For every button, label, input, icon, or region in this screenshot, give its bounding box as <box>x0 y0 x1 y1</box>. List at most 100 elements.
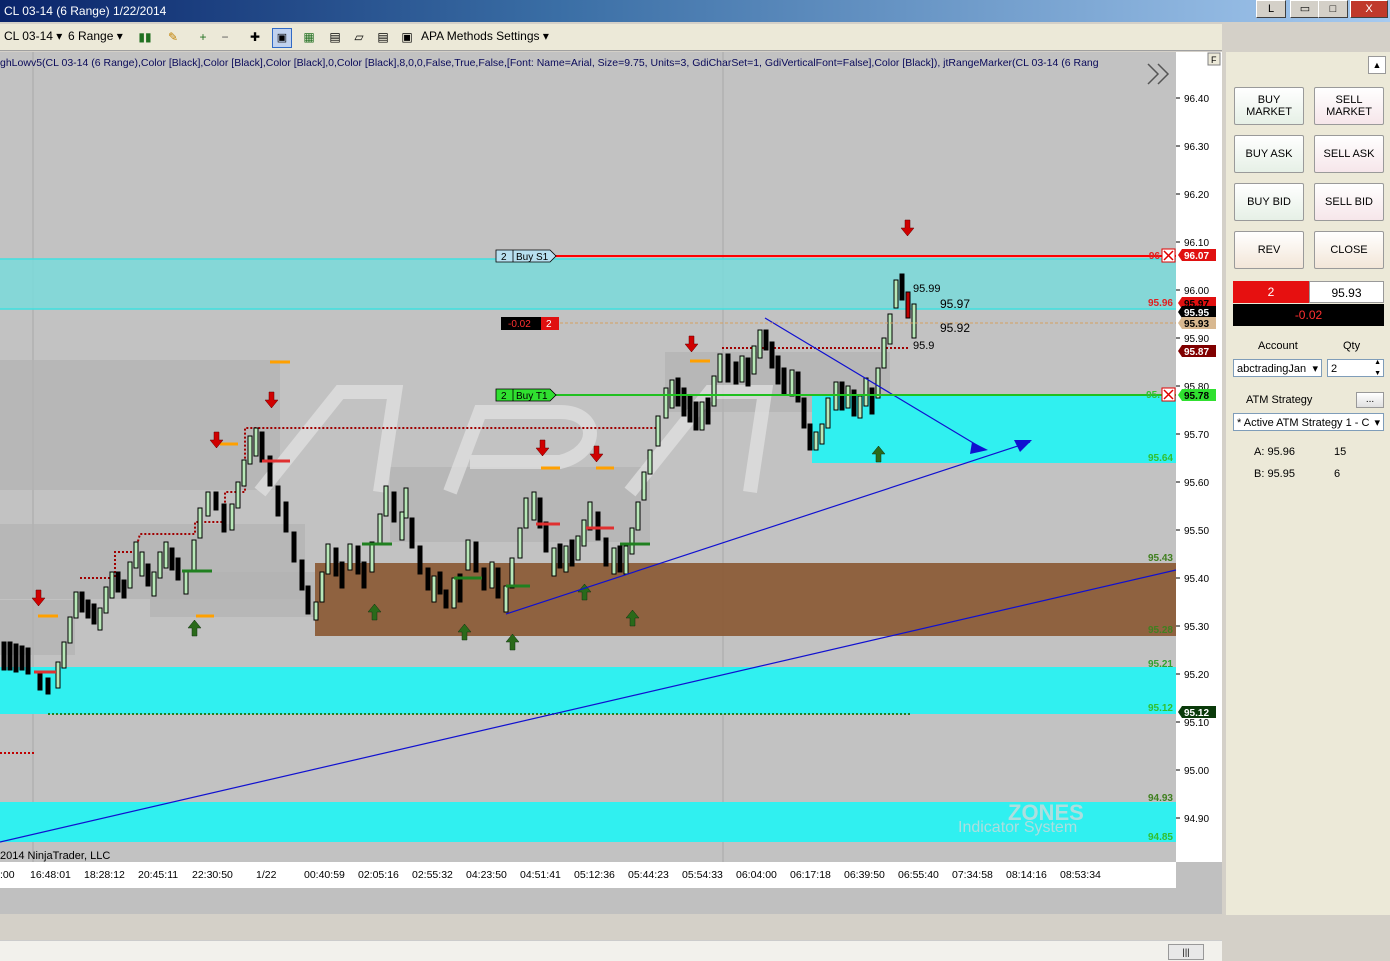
atm-settings-button[interactable]: ... <box>1356 392 1384 408</box>
apa-methods-label: APA Methods Settings <box>421 29 540 43</box>
pencil-icon[interactable]: ✎ <box>164 28 182 46</box>
zone-label-9521: 95.21 <box>1148 659 1173 670</box>
bid-price: B: 95.95 <box>1254 468 1295 480</box>
account-value: abctradingJan <box>1237 363 1307 375</box>
price-tick-label: 94.90 <box>1184 814 1209 825</box>
sell-ask-button[interactable]: SELL ASK <box>1314 135 1384 173</box>
svg-text:95.87: 95.87 <box>1184 347 1209 358</box>
instrument-label: CL 03-14 <box>4 29 53 43</box>
restore-button[interactable]: ▭ <box>1290 0 1320 18</box>
sell-market-button[interactable]: SELL MARKET <box>1314 87 1384 125</box>
annotation-9592: 95.92 <box>940 321 970 335</box>
indicator-params: ghLowv5(CL 03-14 (6 Range),Color [Black]… <box>0 57 1099 69</box>
time-tick-label: 04:23:50 <box>466 869 507 881</box>
stepper-icon[interactable]: ▲ ▼ <box>1374 357 1381 379</box>
annotation-9597: 95.97 <box>940 297 970 311</box>
copyright: 2014 NinjaTrader, LLC <box>0 850 110 862</box>
apa-icon[interactable]: ▣ <box>398 28 416 46</box>
atm-strategy-select[interactable]: * Active ATM Strategy 1 - C ▾ <box>1233 413 1384 431</box>
time-tick-label: 04:51:41 <box>520 869 561 881</box>
position-pnl-label[interactable]: -0.02 2 <box>501 317 559 330</box>
close-position-button[interactable]: CLOSE <box>1314 231 1384 269</box>
position-pnl-value: -0.02 <box>508 319 531 330</box>
svg-text:95.12: 95.12 <box>1184 708 1209 719</box>
time-tick-label: 18:28:12 <box>84 869 125 881</box>
period-label: 6 Range <box>68 29 114 43</box>
watermark-indicator-system: Indicator System <box>958 819 1077 836</box>
position-pnl-qty: 2 <box>546 319 552 330</box>
chart-trader-icon[interactable]: ▦ <box>300 28 318 46</box>
zone-label-9596: 95.96 <box>1148 298 1173 309</box>
annotation-959: 95.9 <box>913 340 934 352</box>
time-tick-label: 06:04:00 <box>736 869 777 881</box>
quantity-stepper[interactable]: 2 ▲ ▼ <box>1327 359 1384 377</box>
price-tick-label: 95.20 <box>1184 670 1209 681</box>
indicators-icon[interactable]: ▤ <box>326 28 344 46</box>
buy-ask-button[interactable]: BUY ASK <box>1234 135 1304 173</box>
price-tick-label: 96.40 <box>1184 94 1209 105</box>
bar-type-icon[interactable]: ▮▮ <box>136 28 154 46</box>
reverse-button[interactable]: REV <box>1234 231 1304 269</box>
panel-scroll-up-icon[interactable]: ▲ <box>1368 56 1386 74</box>
price-chart[interactable]: 2 Buy S1 2 Buy T1 -0.02 2 95.99 95.97 95… <box>0 52 1222 961</box>
time-tick-label: 20:45:11 <box>138 869 178 881</box>
crosshair-icon[interactable]: ✚ <box>246 28 264 46</box>
position-qty: 2 <box>1233 281 1309 303</box>
zone-96 <box>0 259 1176 309</box>
global-crosshair-icon[interactable]: ▣ <box>272 28 292 48</box>
sell-order-label[interactable]: 2 Buy S1 <box>495 249 557 263</box>
minimize-button[interactable]: L <box>1256 0 1286 18</box>
price-tick-label: 96.10 <box>1184 238 1209 249</box>
svg-text:95.93: 95.93 <box>1184 319 1209 330</box>
price-axis <box>1176 52 1222 862</box>
window-title: CL 03-14 (6 Range) 1/22/2014 <box>4 4 167 18</box>
buy-bid-button[interactable]: BUY BID <box>1234 183 1304 221</box>
sell-bid-button[interactable]: SELL BID <box>1314 183 1384 221</box>
strategies-icon[interactable]: ▱ <box>350 28 368 46</box>
cancel-target-icon[interactable] <box>1161 387 1176 402</box>
time-tick-label: 05:54:33 <box>682 869 723 881</box>
svg-text:95.78: 95.78 <box>1184 391 1209 402</box>
qty-label: Qty <box>1343 340 1361 352</box>
ask-size: 15 <box>1334 446 1347 458</box>
time-tick-label: 1/22 <box>256 869 277 881</box>
buy-order-label[interactable]: 2 Buy T1 <box>495 388 557 402</box>
close-window-button[interactable]: X <box>1350 0 1388 18</box>
time-tick-label: 08:53:34 <box>1060 869 1101 881</box>
qty-value: 2 <box>1331 363 1338 375</box>
f-button-label: F <box>1211 55 1217 65</box>
atm-strategy-label: ATM Strategy <box>1246 394 1313 406</box>
chart-trader-panel: ▲ BUY MARKET SELL MARKET BUY ASK SELL AS… <box>1226 52 1390 915</box>
zone-label-9528: 95.28 <box>1148 625 1173 636</box>
period-selector[interactable]: 6 Range ▾ <box>68 29 123 43</box>
time-tick-label: 06:55:40 <box>898 869 939 881</box>
sell-order-qty: 2 <box>501 252 507 263</box>
title-bar: CL 03-14 (6 Range) 1/22/2014 L ▭ □ X <box>0 0 1390 22</box>
maximize-button[interactable]: □ <box>1318 0 1348 18</box>
price-tick-label: 96.20 <box>1184 190 1209 201</box>
zoom-out-icon[interactable]: − <box>216 28 234 46</box>
zoom-in-icon[interactable]: + <box>194 28 212 46</box>
price-tick-label: 95.70 <box>1184 430 1209 441</box>
apa-methods-settings-menu[interactable]: APA Methods Settings ▾ <box>421 29 549 43</box>
time-tick-label: 05:12:36 <box>574 869 615 881</box>
buy-market-button[interactable]: BUY MARKET <box>1234 87 1304 125</box>
time-tick-label: 05:44:23 <box>628 869 669 881</box>
zone-label-9543: 95.43 <box>1148 553 1173 564</box>
properties-icon[interactable]: ▤ <box>374 28 392 46</box>
horizontal-scrollbar[interactable]: ||| <box>0 940 1222 961</box>
price-tag-9587: 95.87 <box>1178 345 1216 358</box>
sell-order-text: Buy S1 <box>516 252 549 263</box>
cancel-order-icon[interactable] <box>1161 248 1176 263</box>
price-tag-9593: 95.93 <box>1178 317 1216 330</box>
price-tag-9578: 95.78 <box>1178 389 1216 402</box>
scroll-thumb-icon[interactable]: ||| <box>1168 944 1204 960</box>
zone-9521 <box>0 667 1176 714</box>
instrument-selector[interactable]: CL 03-14 ▾ <box>4 29 62 43</box>
price-tick-label: 95.10 <box>1184 718 1209 729</box>
chart-toolbar: CL 03-14 ▾ 6 Range ▾ ▮▮ ✎ + − ✚ ▣ ▦ ▤ ▱ … <box>0 24 1222 51</box>
account-select[interactable]: abctradingJan ▾ <box>1233 359 1322 377</box>
time-tick-label: 16:48:01 <box>30 869 71 881</box>
zone-label-95: 95. <box>1146 390 1160 401</box>
price-tick-label: 96.30 <box>1184 142 1209 153</box>
